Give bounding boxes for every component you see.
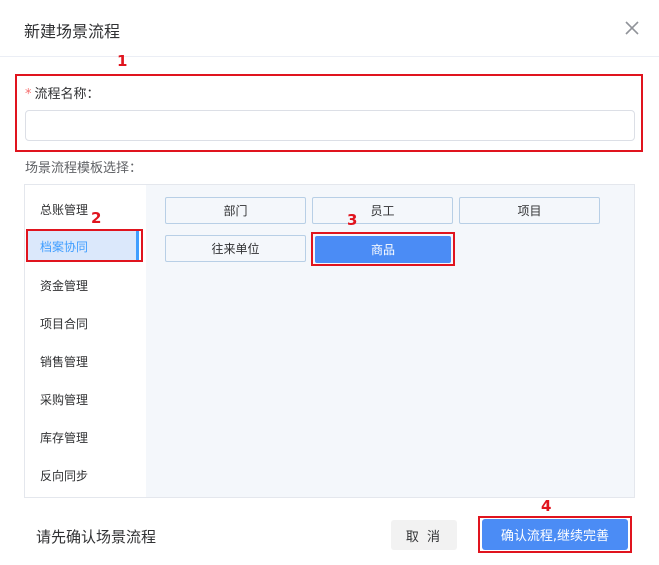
category-reverse-sync[interactable]: 反向同步 <box>40 467 88 484</box>
template-select-label: 场景流程模板选择： <box>25 161 143 176</box>
annotation-box-2 <box>26 229 143 262</box>
footer-hint: 请先确认场景流程 <box>36 528 157 546</box>
flow-name-input[interactable] <box>25 110 635 141</box>
category-project-contract[interactable]: 项目合同 <box>40 315 88 332</box>
category-general-ledger[interactable]: 总账管理 <box>40 201 88 218</box>
annotation-marker-1: 1 <box>117 52 128 70</box>
annotation-marker-2: 2 <box>91 209 102 227</box>
annotation-box-4 <box>478 516 632 553</box>
annotation-marker-4: 4 <box>541 497 552 515</box>
annotation-box-3 <box>311 232 455 266</box>
category-sales-management[interactable]: 销售管理 <box>40 353 88 370</box>
flow-name-label: * 流程名称： <box>25 83 100 102</box>
dialog-title: 新建场景流程 <box>24 22 121 41</box>
new-scene-flow-dialog: 新建场景流程 1 * 流程名称： 场景流程模板选择： 总账管理 档案协同 资金管理… <box>0 0 659 565</box>
category-purchase-management[interactable]: 采购管理 <box>40 391 88 408</box>
option-employee[interactable]: 员工 <box>312 197 453 224</box>
category-fund-management[interactable]: 资金管理 <box>40 277 88 294</box>
close-icon[interactable] <box>622 18 642 38</box>
cancel-button[interactable]: 取 消 <box>391 520 457 550</box>
option-department[interactable]: 部门 <box>165 197 306 224</box>
category-inventory-management[interactable]: 库存管理 <box>40 429 88 446</box>
header-divider <box>0 56 659 57</box>
required-mark: * <box>25 87 32 102</box>
option-project[interactable]: 项目 <box>459 197 600 224</box>
flow-name-label-text: 流程名称： <box>34 87 100 102</box>
option-business-partner[interactable]: 往来单位 <box>165 235 306 262</box>
annotation-marker-3: 3 <box>347 211 358 229</box>
